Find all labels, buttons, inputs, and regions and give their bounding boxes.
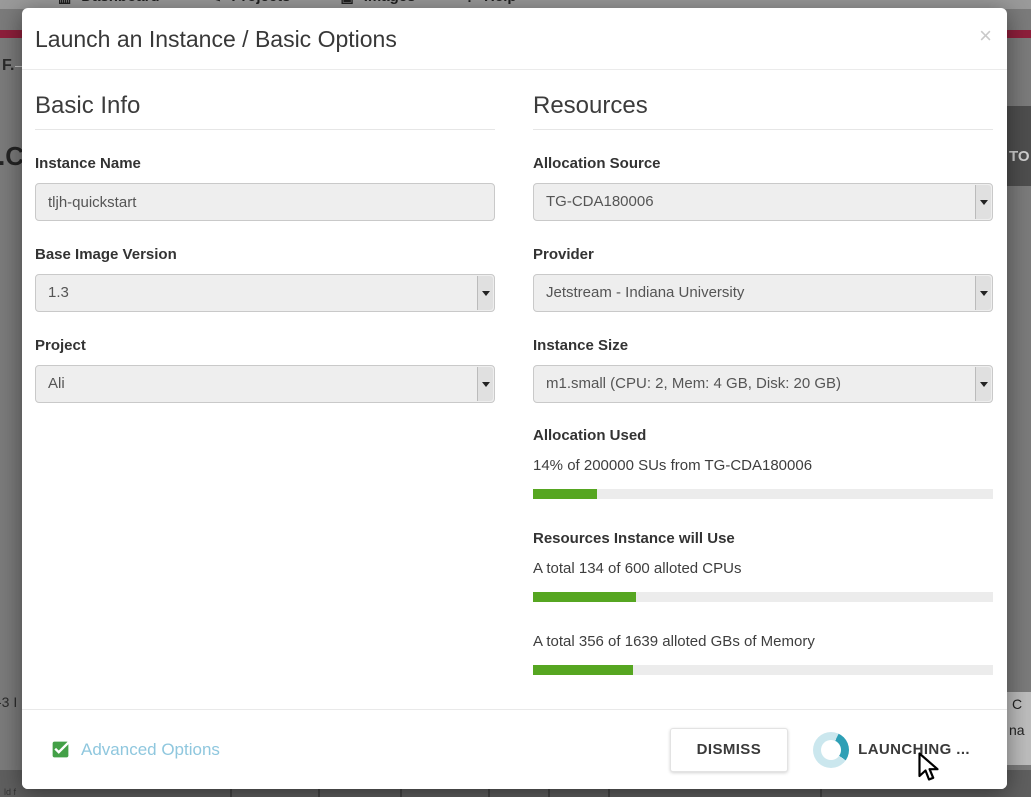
progress-fill: [533, 592, 636, 602]
projects-icon: ✎: [210, 0, 222, 7]
base-image-version-label: Base Image Version: [35, 246, 495, 263]
launching-button[interactable]: LAUNCHING ...: [813, 732, 970, 768]
background-button-fragment: TO: [1007, 106, 1031, 186]
table-divider: [820, 789, 822, 797]
base-image-version-select[interactable]: 1.3: [35, 274, 495, 312]
select-value: Ali: [48, 366, 65, 402]
mouse-cursor: [918, 752, 940, 783]
resources-section: Resources Allocation Source TG-CDA180006…: [533, 80, 993, 675]
allocation-used-heading: Allocation Used: [533, 427, 993, 444]
nav-item-help: ? Help: [465, 0, 516, 7]
close-icon[interactable]: ×: [979, 25, 992, 47]
select-value: m1.small (CPU: 2, Mem: 4 GB, Disk: 20 GB…: [546, 366, 841, 402]
modal-body: Basic Info Instance Name Base Image Vers…: [22, 70, 1007, 675]
project-select[interactable]: Ali: [35, 365, 495, 403]
nav-item-projects: ✎ Projects: [210, 0, 291, 7]
chevron-down-icon: [975, 367, 991, 401]
memory-usage-text: A total 356 of 1639 alloted GBs of Memor…: [533, 633, 993, 650]
background-text-fragment: -3 I: [0, 694, 17, 710]
dashboard-icon: ▥: [58, 0, 71, 7]
nav-label: Projects: [231, 0, 290, 7]
basic-info-section: Basic Info Instance Name Base Image Vers…: [35, 80, 495, 675]
background-text-fragment: ld f: [4, 787, 16, 797]
table-divider: [608, 789, 610, 797]
provider-select[interactable]: Jetstream - Indiana University: [533, 274, 993, 312]
resources-instance-heading: Resources Instance will Use: [533, 530, 993, 547]
chevron-down-icon: [477, 367, 493, 401]
chevron-down-icon: [477, 276, 493, 310]
memory-usage-progressbar: [533, 665, 993, 675]
progress-fill: [533, 665, 633, 675]
dismiss-button[interactable]: DISMISS: [670, 728, 788, 772]
select-value: 1.3: [48, 275, 69, 311]
loading-spinner-icon: [813, 732, 849, 768]
launching-label: LAUNCHING ...: [858, 741, 970, 758]
nav-item-images: ▣ Images: [341, 0, 416, 7]
section-heading-resources: Resources: [533, 92, 993, 130]
chevron-down-icon: [975, 276, 991, 310]
instance-size-label: Instance Size: [533, 337, 993, 354]
project-label: Project: [35, 337, 495, 354]
instance-name-label: Instance Name: [35, 155, 495, 172]
allocation-used-text: 14% of 200000 SUs from TG-CDA180006: [533, 457, 993, 474]
allocation-used-progressbar: [533, 489, 993, 499]
modal-title: Launch an Instance / Basic Options: [35, 8, 397, 70]
table-divider: [548, 789, 550, 797]
progress-fill: [533, 489, 597, 499]
allocation-source-label: Allocation Source: [533, 155, 993, 172]
select-value: TG-CDA180006: [546, 184, 654, 220]
advanced-options-link[interactable]: Advanced Options: [50, 739, 220, 760]
select-value: Jetstream - Indiana University: [546, 275, 744, 311]
table-divider: [318, 789, 320, 797]
cpu-usage-text: A total 134 of 600 alloted CPUs: [533, 560, 993, 577]
background-text-fragment: .C: [0, 141, 24, 172]
table-divider: [400, 789, 402, 797]
background-card-fragment: C na: [1007, 692, 1031, 765]
check-box-icon: [50, 739, 71, 760]
nav-item-dashboard: ▥ Dashboard: [58, 0, 160, 7]
launch-instance-modal: Launch an Instance / Basic Options × Bas…: [22, 8, 1007, 789]
nav-label: Help: [484, 0, 517, 7]
background-text-fragment: na: [1009, 722, 1025, 738]
section-heading-basic-info: Basic Info: [35, 92, 495, 130]
table-divider: [488, 789, 490, 797]
screen: ▥ Dashboard ✎ Projects ▣ Images ? Help F…: [0, 0, 1031, 797]
background-text-fragment: C: [1012, 696, 1022, 712]
nav-label: Dashboard: [81, 0, 159, 7]
chevron-down-icon: [975, 185, 991, 219]
background-text-fragment: TO: [1009, 148, 1030, 165]
spinner-hole: [821, 740, 841, 760]
allocation-source-select[interactable]: TG-CDA180006: [533, 183, 993, 221]
nav-label: Images: [364, 0, 416, 7]
cpu-usage-progressbar: [533, 592, 993, 602]
advanced-options-label: Advanced Options: [81, 740, 220, 760]
help-icon: ?: [465, 0, 474, 7]
background-text-fragment: F.: [2, 57, 14, 75]
instance-size-select[interactable]: m1.small (CPU: 2, Mem: 4 GB, Disk: 20 GB…: [533, 365, 993, 403]
modal-header: Launch an Instance / Basic Options ×: [22, 8, 1007, 70]
table-divider: [230, 789, 232, 797]
images-icon: ▣: [341, 0, 354, 7]
instance-name-input[interactable]: [35, 183, 495, 221]
provider-label: Provider: [533, 246, 993, 263]
modal-footer: Advanced Options DISMISS LAUNCHING ...: [22, 709, 1007, 789]
